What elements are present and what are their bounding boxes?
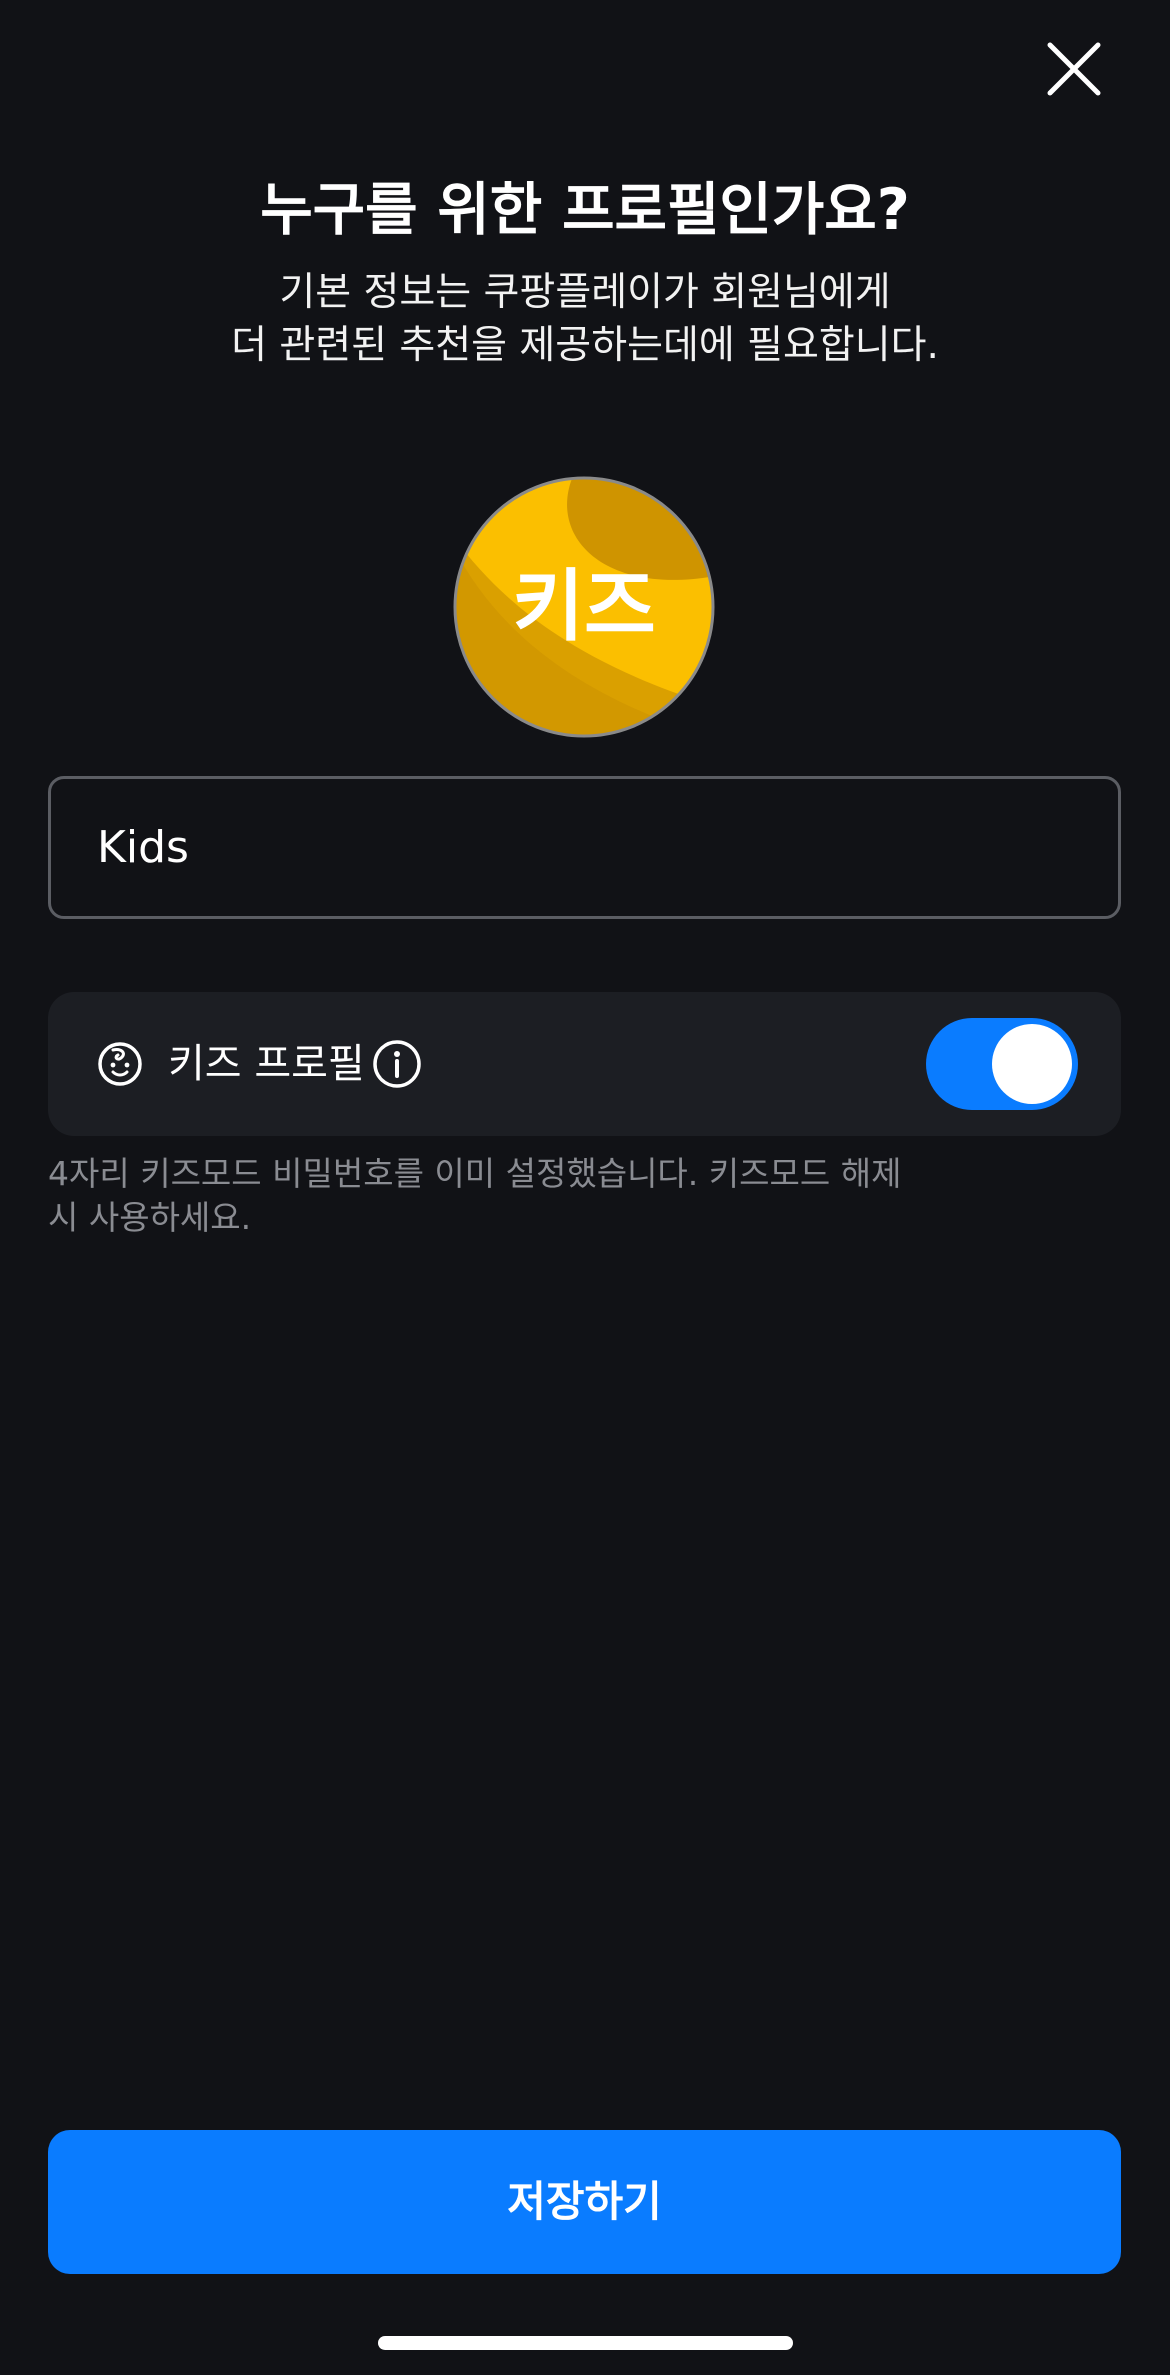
home-indicator xyxy=(378,2336,793,2350)
page-title: 누구를 위한 프로필인가요? xyxy=(260,177,910,243)
save-button[interactable]: 저장하기 xyxy=(48,2130,1121,2274)
profile-name-input[interactable] xyxy=(48,776,1121,919)
toggle-knob xyxy=(992,1024,1072,1104)
baby-face-icon xyxy=(97,1041,143,1087)
kids-profile-toggle[interactable] xyxy=(926,1018,1078,1110)
subtitle-line-2: 더 관련된 추천을 제공하는데에 필요합니다. xyxy=(231,323,939,368)
kids-avatar-icon: 키즈 xyxy=(453,476,715,738)
avatar-label: 키즈 xyxy=(512,562,656,652)
kids-pin-helper-text: 4자리 키즈모드 비밀번호를 이미 설정했습니다. 키즈모드 해제 시 사용하세… xyxy=(48,1154,902,1237)
kids-profile-label: 키즈 프로필 xyxy=(168,1041,365,1087)
close-button[interactable] xyxy=(1032,35,1112,115)
kids-profile-row: 키즈 프로필 xyxy=(48,992,1121,1136)
page-subtitle: 기본 정보는 쿠팡플레이가 회원님에게 더 관련된 추천을 제공하는데에 필요합… xyxy=(0,266,1170,372)
subtitle-line-1: 기본 정보는 쿠팡플레이가 회원님에게 xyxy=(279,270,891,315)
close-icon xyxy=(1047,42,1101,96)
info-icon[interactable] xyxy=(372,1039,422,1089)
profile-avatar[interactable]: 키즈 xyxy=(453,476,715,738)
